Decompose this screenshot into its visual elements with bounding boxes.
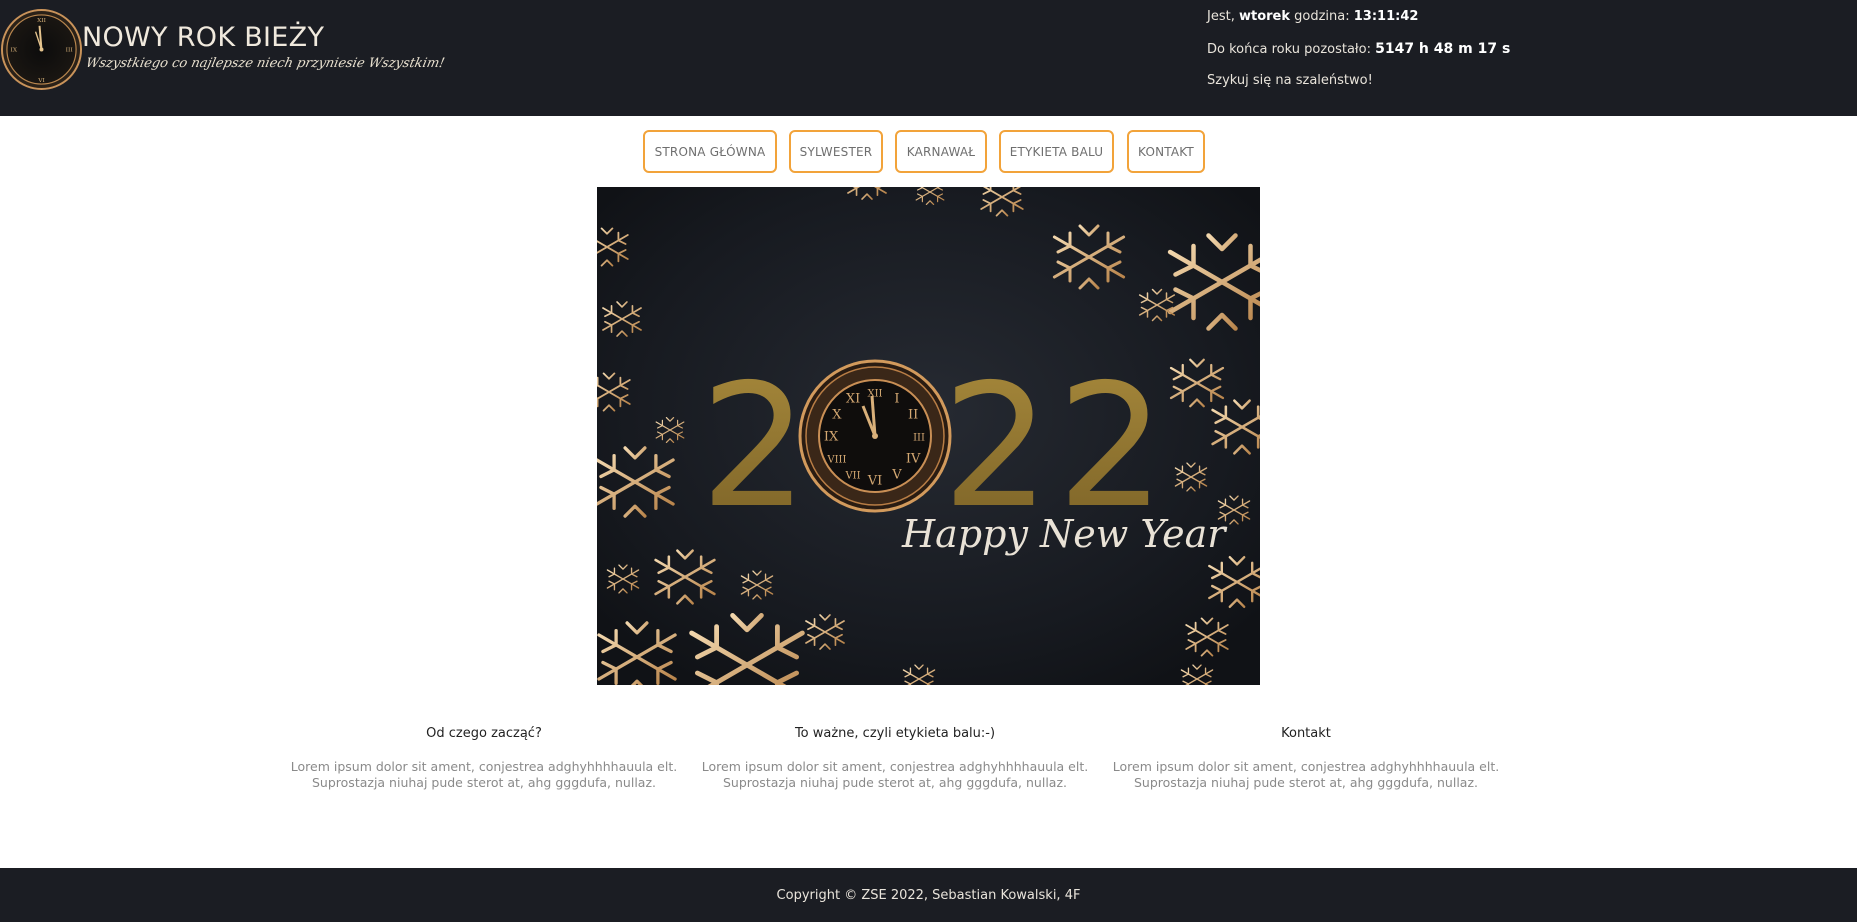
clock-numeral: V bbox=[891, 468, 902, 483]
site-footer: Copyright © ZSE 2022, Sebastian Kowalski… bbox=[0, 868, 1857, 922]
current-datetime: Jest, wtorek godzina: 13:11:42 bbox=[1207, 9, 1418, 24]
happy-new-year-text: Happy New Year bbox=[901, 512, 1228, 556]
nav-etykieta-button[interactable]: ETYKIETA BALU bbox=[999, 130, 1114, 173]
current-time: 13:11:42 bbox=[1353, 9, 1419, 24]
nav-kontakt-button[interactable]: KONTAKT bbox=[1127, 130, 1205, 173]
svg-text:IX: IX bbox=[11, 47, 18, 53]
countdown-prefix: Do końca roku pozostało: bbox=[1207, 42, 1376, 57]
party-note: Szykuj się na szaleństwo! bbox=[1207, 73, 1373, 88]
clock-numeral: VIII bbox=[826, 455, 846, 466]
countdown-value: 5147 h 48 m 17 s bbox=[1375, 41, 1511, 57]
new-year-banner-image: 2 2 2 XII I II III IV V VI VII VIII IX X XI Happy N… bbox=[597, 187, 1260, 685]
clock-numeral: VI bbox=[867, 474, 883, 489]
column-heading: To ważne, czyli etykieta balu:-) bbox=[794, 726, 996, 741]
clock-numeral: I bbox=[894, 391, 899, 406]
clock-logo-icon: XII III VI IX bbox=[0, 8, 83, 91]
clock-numeral: IX bbox=[824, 430, 839, 445]
clock-numeral: VII bbox=[844, 471, 860, 482]
site-header: XII III VI IX NOWY ROK BIEŻY Wszystkiego… bbox=[0, 0, 1857, 116]
svg-text:III: III bbox=[66, 47, 73, 53]
column-heading: Od czego zacząć? bbox=[426, 726, 542, 741]
info-column-etiquette: To ważne, czyli etykieta balu:-) Lorem i… bbox=[690, 726, 1100, 791]
column-text: Lorem ipsum dolor sit ament, conjestrea … bbox=[701, 759, 1089, 790]
clock-numeral: XII bbox=[867, 389, 882, 400]
column-heading: Kontakt bbox=[1281, 726, 1331, 741]
nav-sylwester-button[interactable]: SYLWESTER bbox=[789, 130, 883, 173]
column-text: Lorem ipsum dolor sit ament, conjestrea … bbox=[1112, 759, 1500, 790]
column-text: Lorem ipsum dolor sit ament, conjestrea … bbox=[290, 759, 678, 790]
clock-numeral: IV bbox=[906, 452, 921, 467]
time-prefix: godzina: bbox=[1290, 9, 1354, 24]
current-day: wtorek bbox=[1238, 9, 1290, 24]
nav-home-button[interactable]: STRONA GŁÓWNA bbox=[643, 130, 777, 173]
site-title: NOWY ROK BIEŻY bbox=[82, 22, 325, 53]
day-prefix: Jest, bbox=[1207, 9, 1239, 24]
clock-numeral: II bbox=[908, 408, 918, 423]
svg-text:XII: XII bbox=[37, 18, 46, 24]
nav-karnawal-button[interactable]: KARNAWAŁ bbox=[895, 130, 987, 173]
info-column-start: Od czego zacząć? Lorem ipsum dolor sit a… bbox=[279, 726, 689, 791]
banner-clock-icon: XII IIIIIIIVVVIVIIVIIIIXXXI bbox=[798, 359, 952, 513]
year-countdown: Do końca roku pozostało: 5147 h 48 m 17 … bbox=[1207, 41, 1510, 57]
site-tagline: Wszystkiego co najlepsze niech przyniesi… bbox=[84, 56, 446, 71]
clock-numeral: XI bbox=[846, 391, 860, 406]
clock-numeral: III bbox=[913, 433, 925, 444]
svg-text:2: 2 bbox=[700, 348, 808, 546]
clock-numeral: X bbox=[832, 408, 842, 423]
copyright-text: Copyright © ZSE 2022, Sebastian Kowalski… bbox=[776, 887, 1081, 903]
svg-text:VI: VI bbox=[37, 78, 45, 84]
info-column-contact: Kontakt Lorem ipsum dolor sit ament, con… bbox=[1101, 726, 1511, 791]
